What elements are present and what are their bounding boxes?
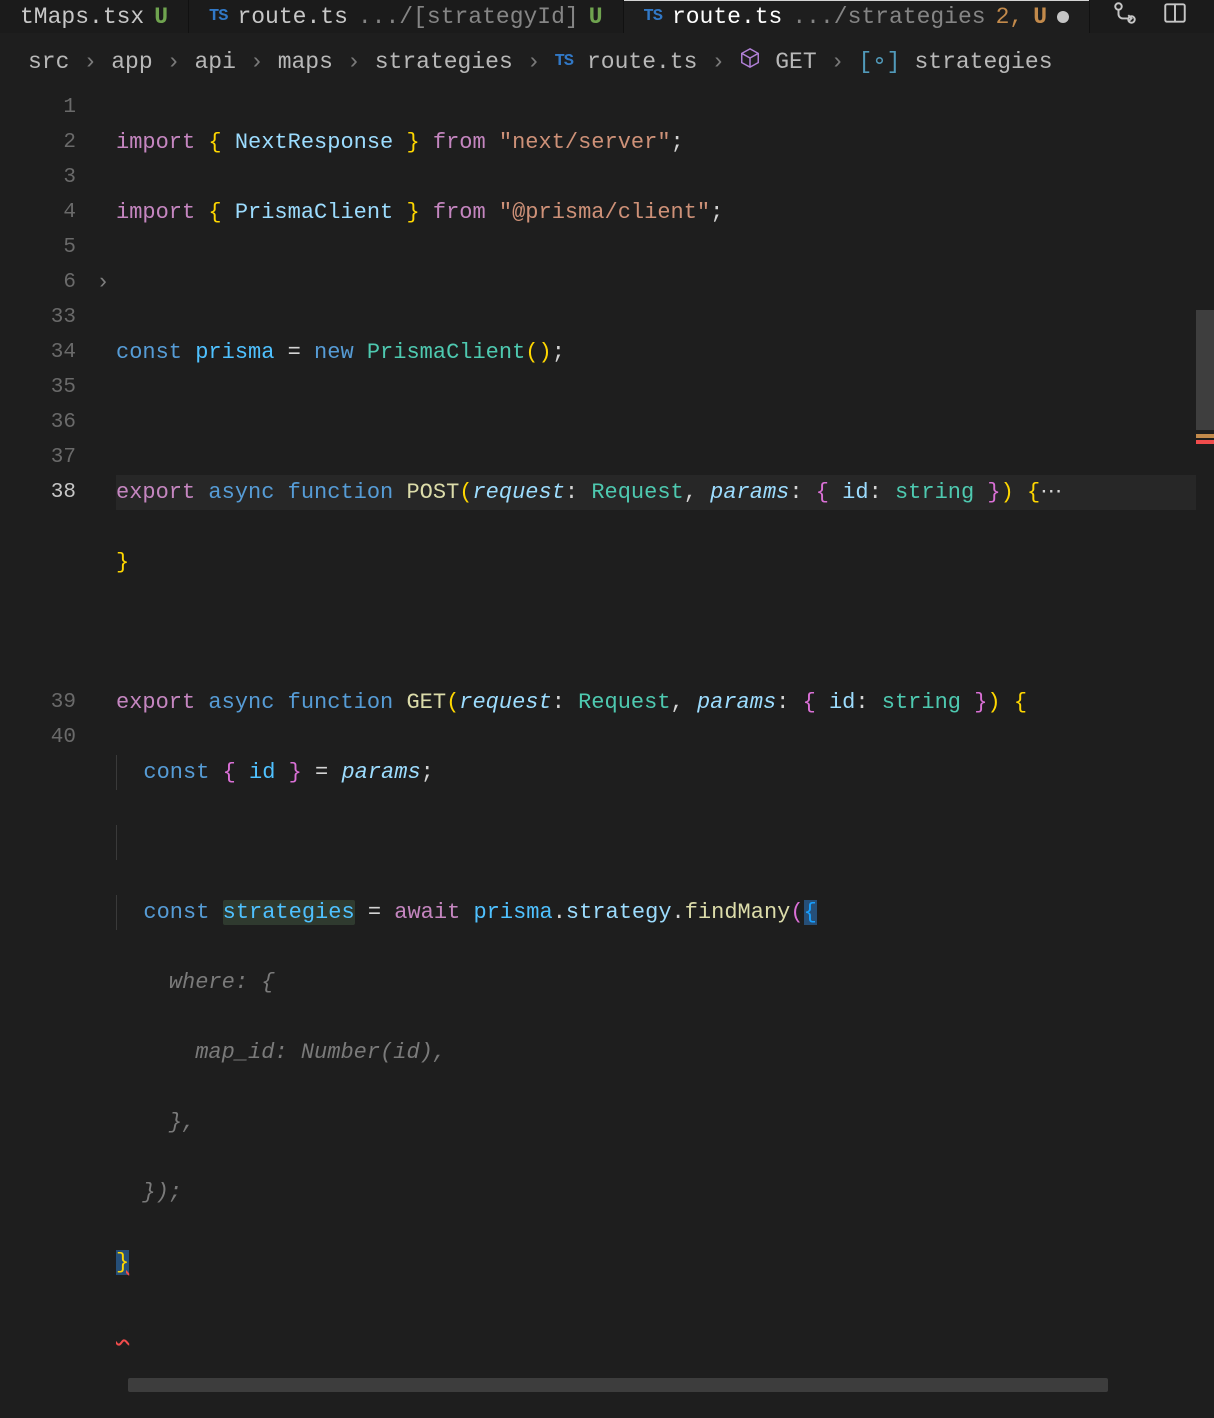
ts-icon: TS xyxy=(644,7,662,26)
chevron-right-icon: › xyxy=(83,49,97,75)
tab-problems: 2, xyxy=(996,4,1024,30)
chevron-right-icon: › xyxy=(347,49,361,75)
line-number[interactable]: 4 xyxy=(0,195,76,230)
breadcrumb-file[interactable]: route.ts xyxy=(587,49,697,75)
code-area[interactable]: import { NextResponse } from "next/serve… xyxy=(116,90,1214,1418)
line-number[interactable] xyxy=(0,510,76,545)
editor-tabs: tMaps.tsx U TS route.ts .../[strategyId]… xyxy=(0,0,1214,33)
breadcrumb: src › app › api › maps › strategies › TS… xyxy=(0,33,1214,90)
breadcrumb-seg[interactable]: src xyxy=(28,49,69,75)
breadcrumb-seg[interactable]: strategies xyxy=(375,49,513,75)
code-editor[interactable]: 1 2 3 4 5 6 33 34 35 36 37 38 39 40 › im… xyxy=(0,90,1214,1418)
chevron-right-icon: › xyxy=(167,49,181,75)
compare-changes-icon[interactable] xyxy=(1112,0,1138,33)
brackets-icon: [∘] xyxy=(858,48,900,75)
line-number[interactable]: 5 xyxy=(0,230,76,265)
line-number[interactable]: 35 xyxy=(0,370,76,405)
tab-route-strategyid[interactable]: TS route.ts .../[strategyId] U xyxy=(189,0,623,33)
tab-status: U xyxy=(589,4,603,30)
tab-status: U xyxy=(154,4,168,30)
fold-collapsed-icon[interactable]: › xyxy=(90,265,116,300)
line-number[interactable]: 39 xyxy=(0,685,76,720)
line-number[interactable]: 38 xyxy=(0,475,76,510)
split-editor-icon[interactable] xyxy=(1162,0,1188,33)
tab-filename: route.ts xyxy=(237,4,347,30)
line-number[interactable]: 6 xyxy=(0,265,76,300)
line-number[interactable]: 36 xyxy=(0,405,76,440)
breadcrumb-seg[interactable]: api xyxy=(194,49,235,75)
line-number[interactable] xyxy=(0,580,76,615)
line-number[interactable] xyxy=(0,615,76,650)
cube-icon xyxy=(739,47,761,76)
tab-actions: ··· xyxy=(1090,0,1214,33)
fold-column: › xyxy=(90,90,116,1418)
line-number[interactable] xyxy=(0,545,76,580)
tab-tmaps[interactable]: tMaps.tsx U xyxy=(0,0,189,33)
tab-route-strategies[interactable]: TS route.ts .../strategies 2, U xyxy=(624,0,1090,33)
line-number[interactable]: 3 xyxy=(0,160,76,195)
line-number[interactable]: 34 xyxy=(0,335,76,370)
line-number[interactable]: 33 xyxy=(0,300,76,335)
dirty-dot-icon xyxy=(1057,11,1069,23)
line-number[interactable] xyxy=(0,650,76,685)
tab-status: U xyxy=(1033,4,1047,30)
chevron-right-icon: › xyxy=(527,49,541,75)
line-number[interactable]: 40 xyxy=(0,720,76,755)
breadcrumb-symbol[interactable]: strategies xyxy=(914,49,1052,75)
horizontal-scrollbar[interactable] xyxy=(128,1378,1144,1392)
chevron-right-icon: › xyxy=(250,49,264,75)
line-number[interactable]: 2 xyxy=(0,125,76,160)
minimap-scrollbar[interactable] xyxy=(1196,90,1214,1418)
line-number[interactable]: 1 xyxy=(0,90,76,125)
line-number[interactable]: 37 xyxy=(0,440,76,475)
tab-path: .../strategies xyxy=(792,4,985,30)
ts-icon: TS xyxy=(209,7,227,26)
tab-path: .../[strategyId] xyxy=(358,4,579,30)
tab-filename: tMaps.tsx xyxy=(20,4,144,30)
chevron-right-icon: › xyxy=(831,49,845,75)
chevron-right-icon: › xyxy=(711,49,725,75)
breadcrumb-symbol[interactable]: GET xyxy=(775,49,816,75)
tab-filename: route.ts xyxy=(672,4,782,30)
ts-icon: TS xyxy=(555,52,573,71)
breadcrumb-seg[interactable]: app xyxy=(111,49,152,75)
line-gutter: 1 2 3 4 5 6 33 34 35 36 37 38 39 40 xyxy=(0,90,90,1418)
breadcrumb-seg[interactable]: maps xyxy=(278,49,333,75)
